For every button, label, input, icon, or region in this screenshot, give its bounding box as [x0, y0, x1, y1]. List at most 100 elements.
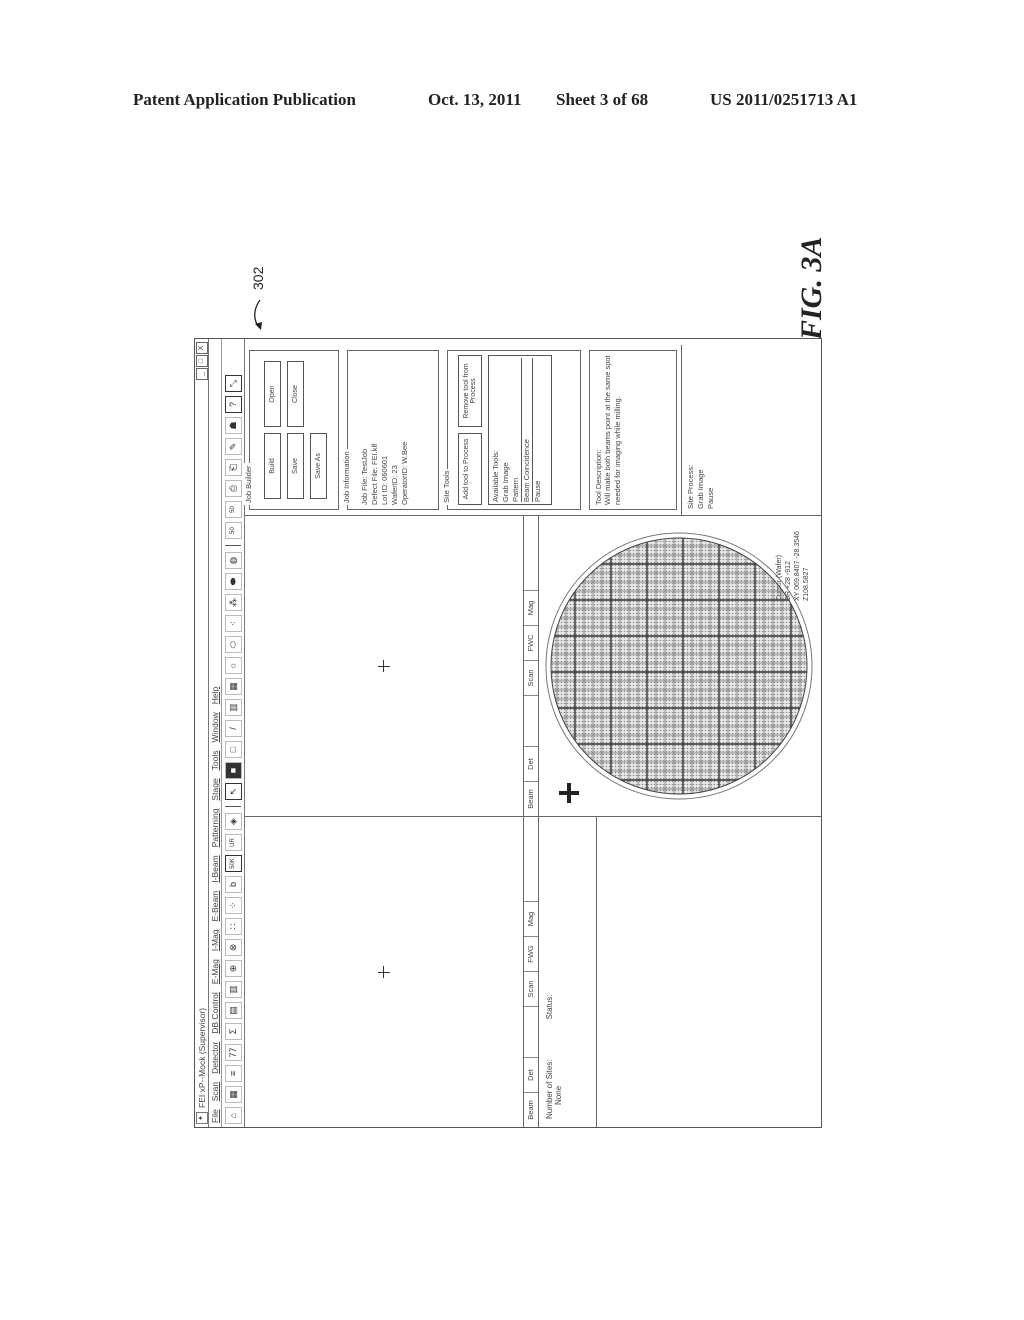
job-information-title: Job Information	[342, 449, 351, 505]
menu-window[interactable]: Window	[210, 712, 220, 742]
app-icon: ✦	[195, 1112, 208, 1124]
menu-scan[interactable]: Scan	[210, 1082, 220, 1101]
bug-icon[interactable]: ☗	[224, 417, 242, 434]
tab-fwg[interactable]: FWG	[524, 936, 538, 971]
filled-rect-icon[interactable]: ■	[224, 762, 242, 779]
add-tool-button[interactable]: Add tool to Process	[458, 433, 482, 505]
eb-icon[interactable]: ⁘	[224, 897, 242, 914]
list-icon[interactable]: ≡	[224, 1065, 242, 1082]
grid-rect-icon[interactable]: ▦	[224, 678, 242, 695]
menu-i-beam[interactable]: I-Beam	[210, 855, 220, 882]
poly-icon[interactable]: ⬭	[224, 636, 242, 653]
reference-numeral: 302	[250, 266, 266, 290]
menu-tools[interactable]: Tools	[210, 751, 220, 771]
remove-tool-button[interactable]: Remove tool from Process	[458, 355, 482, 427]
close-job-button[interactable]: Close	[287, 361, 304, 427]
tab-scan[interactable]: Scan	[524, 971, 538, 1006]
menu-file[interactable]: File	[210, 1109, 220, 1123]
left-image-pane[interactable]	[245, 817, 524, 1127]
menu-i-mag[interactable]: I-Mag	[210, 929, 220, 951]
tab-blank[interactable]	[524, 1006, 538, 1057]
menu-e-mag[interactable]: E-Mag	[210, 959, 220, 984]
publication-label: Patent Application Publication	[133, 90, 356, 109]
tab-det[interactable]: Det	[524, 746, 538, 781]
tab-scan[interactable]: Scan	[524, 660, 538, 695]
stage-position-marker-icon	[559, 783, 579, 803]
tab-fwc[interactable]: FWC	[524, 625, 538, 660]
right-image-pane[interactable]	[245, 516, 524, 816]
minimize-button[interactable]: _	[195, 368, 208, 380]
right-pane-tabs: Beam Det Scan FWC Mag	[524, 516, 539, 816]
dots-icon[interactable]: ⁖	[224, 615, 242, 632]
sum-icon[interactable]: Σ	[224, 1023, 242, 1040]
printer-icon[interactable]: ⎙	[224, 480, 242, 497]
stage-icon[interactable]: ⌂	[224, 1107, 242, 1124]
tab-blank[interactable]	[524, 695, 538, 746]
electron-gun-icon[interactable]: ⊗	[224, 939, 242, 956]
menu-help[interactable]: Help	[210, 687, 220, 704]
crosshair-icon	[378, 660, 390, 672]
menu-db-control[interactable]: DB Control	[210, 992, 220, 1034]
tab-mag[interactable]: Mag	[524, 590, 538, 625]
seventy-seven-icon[interactable]: 77	[224, 1044, 242, 1061]
sites-list[interactable]	[597, 817, 821, 1127]
tool-grab-image[interactable]: Grab Image	[501, 358, 511, 502]
wafer-map-pane[interactable]: Cursor (Wafer) DR +28 -912 XY 069.8407 -…	[539, 516, 821, 816]
status-label: Status:	[545, 994, 554, 1020]
number-of-sites-label: Number of Sites:	[545, 1059, 554, 1119]
tab-filler	[524, 817, 538, 901]
cursor-title: Cursor (Wafer)	[776, 555, 783, 601]
tool-pause[interactable]: Pause	[533, 358, 543, 502]
site-process-step[interactable]: Pause	[706, 351, 716, 509]
rect-icon[interactable]: □	[224, 741, 242, 758]
fifty-a-button[interactable]: 50	[224, 522, 242, 539]
circle-icon[interactable]: ○	[224, 657, 242, 674]
cursor-xy: XY 069.8407 -28.3546	[794, 531, 801, 601]
screen-a-icon[interactable]: ▤	[224, 1002, 242, 1019]
save-button[interactable]: Save	[287, 433, 304, 499]
diamond-icon[interactable]: ◈	[224, 813, 242, 830]
edit-icon[interactable]: ✎	[224, 438, 242, 455]
tab-beam[interactable]: Beam	[524, 781, 538, 816]
focus-icon[interactable]: b	[224, 876, 242, 893]
sphere-icon[interactable]: ◍	[224, 552, 242, 569]
cursor-help-icon[interactable]: ⤡	[224, 375, 242, 392]
menu-stage[interactable]: Stage	[210, 778, 220, 800]
site-tools-title: Site Tools	[442, 468, 451, 505]
grid-icon[interactable]: ▦	[224, 1086, 242, 1103]
menu-patterning[interactable]: Patterning	[210, 809, 220, 848]
tab-beam[interactable]: Beam	[524, 1092, 538, 1127]
screen-b-icon[interactable]: ▥	[224, 981, 242, 998]
save-as-button[interactable]: Save As	[310, 433, 327, 499]
menu-e-beam[interactable]: E-Beam	[210, 891, 220, 922]
ion-gun-icon[interactable]: ⊕	[224, 960, 242, 977]
site-process-panel[interactable]: Site Process: Grab Image Pause	[681, 345, 821, 515]
help-icon[interactable]: ?	[224, 396, 242, 413]
open-button[interactable]: Open	[264, 361, 281, 427]
menu-detector[interactable]: Detector	[210, 1042, 220, 1074]
job-builder-group: Job Builder Build Open Save Close Save A…	[244, 350, 339, 510]
available-tools-list[interactable]: Available Tools: Grab Image Pattern Beam…	[488, 355, 552, 505]
ur-button[interactable]: UR	[224, 834, 242, 851]
dots-grid-icon[interactable]: ⁂	[224, 594, 242, 611]
ib-icon[interactable]: ∷	[224, 918, 242, 935]
site-process-step[interactable]: Grab Image	[696, 351, 706, 509]
build-button[interactable]: Build	[264, 433, 281, 499]
cursor-z: Z108.5827	[803, 567, 810, 601]
toolbar-separator	[225, 545, 241, 546]
select-arrow-icon[interactable]: ↖	[224, 783, 242, 800]
line-icon[interactable]: /	[224, 720, 242, 737]
magnification-50k-button[interactable]: 50K	[224, 855, 242, 872]
tab-det[interactable]: Det	[524, 1057, 538, 1092]
site-count-bar: Number of Sites: None Status:	[539, 817, 597, 1127]
maximize-button[interactable]: □	[195, 355, 208, 367]
printer2-icon[interactable]: ⎗	[224, 459, 242, 476]
tab-mag[interactable]: Mag	[524, 901, 538, 936]
tool-pattern[interactable]: Pattern	[511, 358, 521, 502]
wafer-map[interactable]: Cursor (Wafer) DR +28 -912 XY 069.8407 -…	[539, 516, 821, 816]
pill-icon[interactable]: ⬬	[224, 573, 242, 590]
close-button[interactable]: X	[195, 342, 208, 354]
hatched-icon[interactable]: ▥	[224, 699, 242, 716]
tool-beam-coincidence[interactable]: Beam Coincidence	[521, 358, 533, 502]
fifty-b-button[interactable]: 50	[224, 501, 242, 518]
